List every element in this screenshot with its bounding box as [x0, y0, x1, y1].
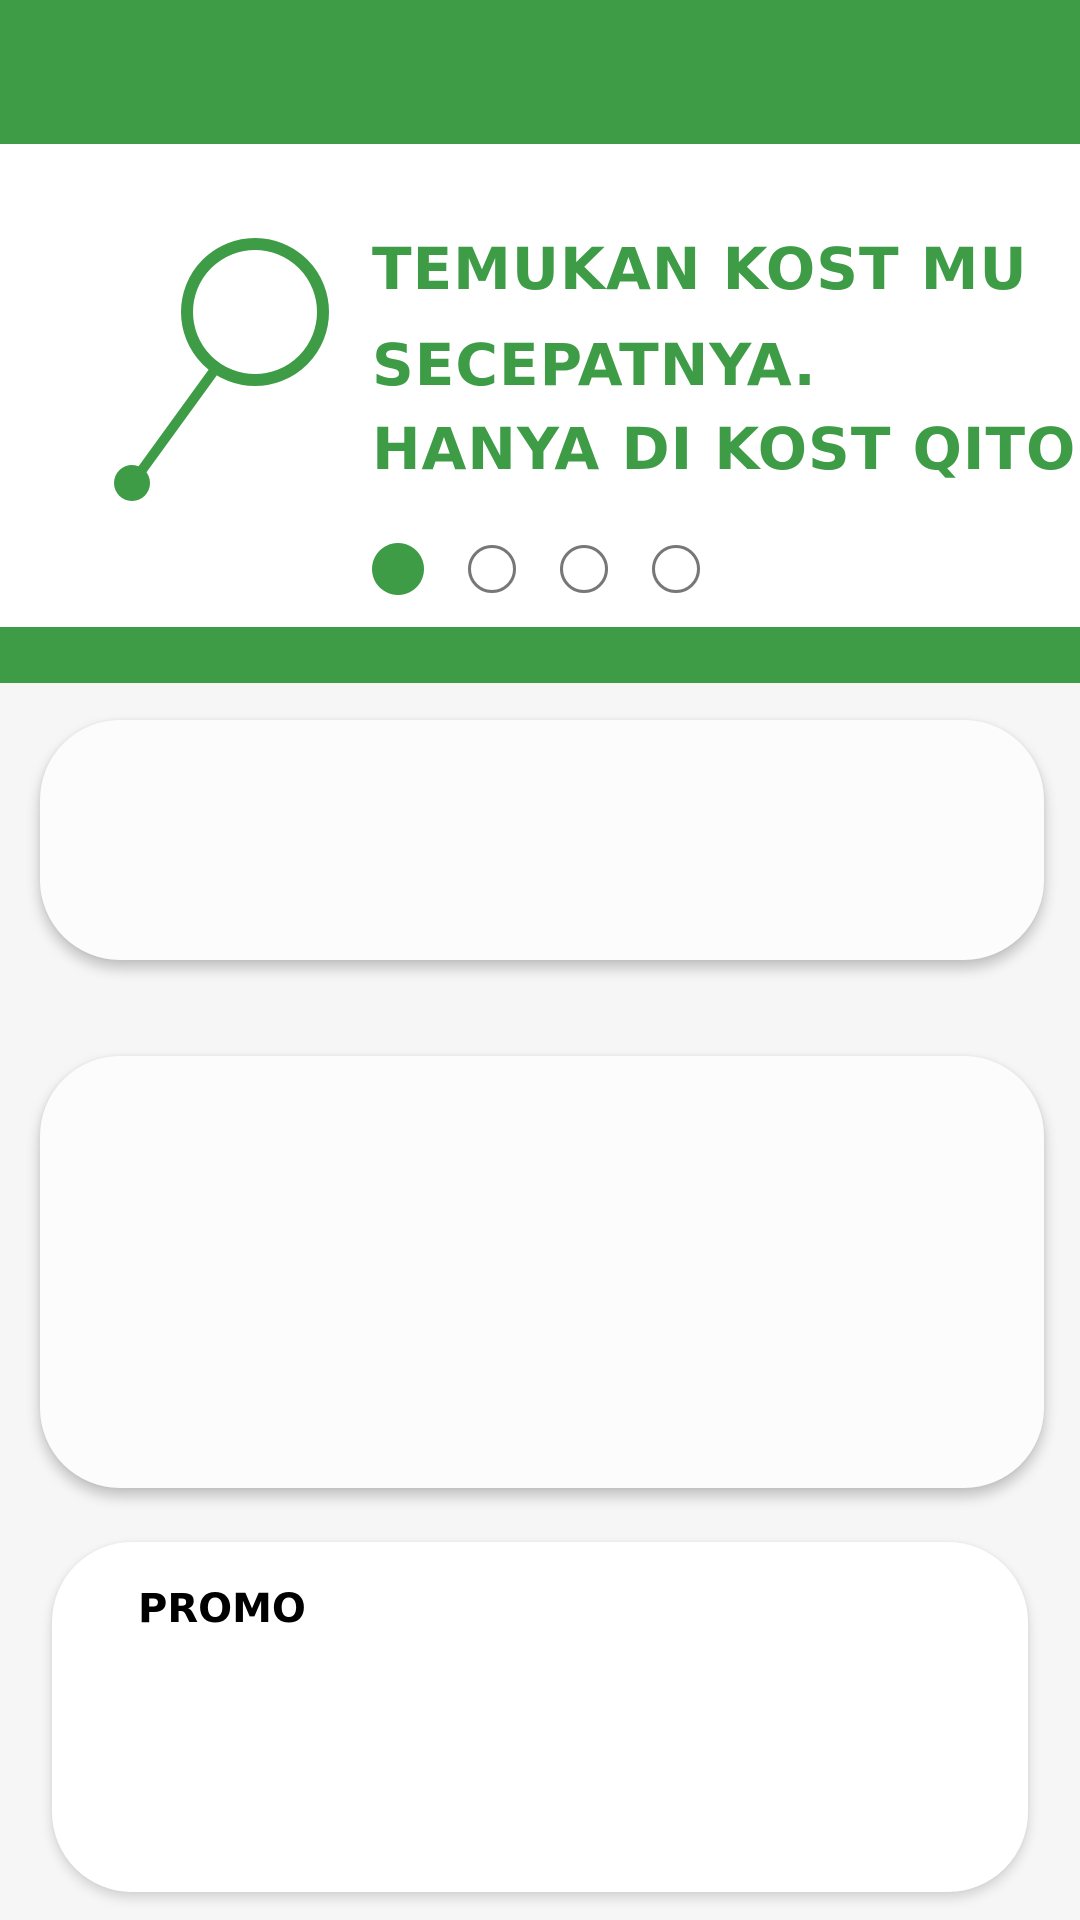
promo-card[interactable]: PROMO	[52, 1542, 1028, 1892]
carousel-indicator	[372, 543, 700, 597]
promo-title: PROMO	[138, 1586, 306, 1632]
carousel-dot-3[interactable]	[560, 545, 608, 593]
hero-banner[interactable]: TEMUKAN KOST MU SECEPATNYA. HANYA DI KOS…	[0, 144, 1080, 627]
carousel-dot-2[interactable]	[468, 545, 516, 593]
content-card-1[interactable]	[40, 720, 1044, 960]
top-app-bar	[0, 0, 1080, 144]
carousel-dot-4[interactable]	[652, 545, 700, 593]
headline-line-3: HANYA DI KOST QITO	[372, 415, 1077, 483]
carousel-dot-1-active[interactable]	[372, 543, 424, 595]
headline-line-1: TEMUKAN KOST MU	[372, 235, 1028, 303]
headline-line-2: SECEPATNYA.	[372, 331, 817, 399]
content-card-2[interactable]	[40, 1056, 1044, 1488]
green-divider-bar	[0, 627, 1080, 683]
magnifier-icon	[100, 234, 340, 564]
